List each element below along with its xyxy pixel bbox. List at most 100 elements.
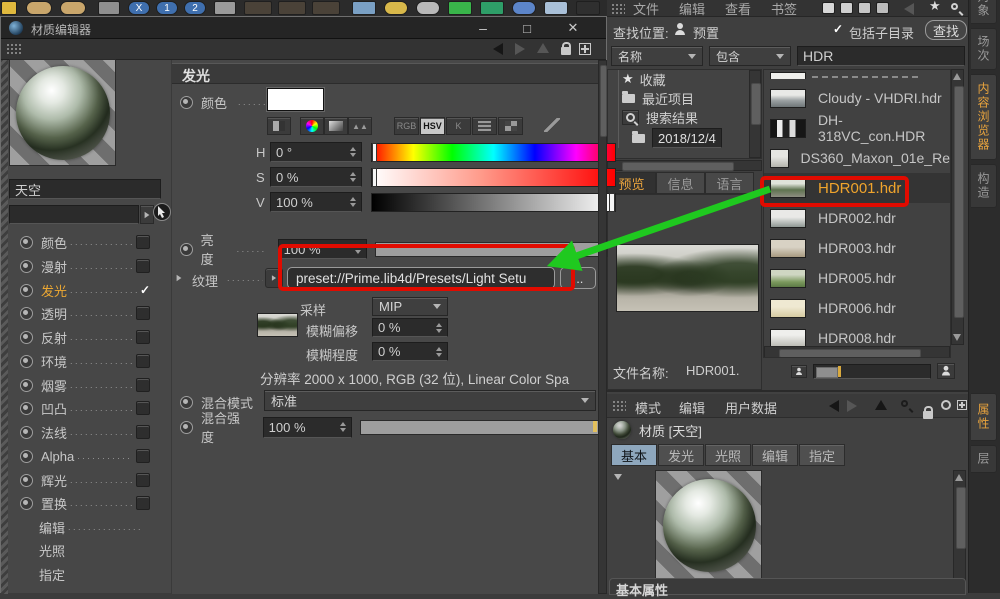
- spinner[interactable]: [355, 244, 361, 254]
- list-item[interactable]: HDR002.hdr: [764, 203, 950, 233]
- minimize-button[interactable]: –: [463, 17, 503, 39]
- saturation-field[interactable]: 0 %: [270, 167, 362, 187]
- z-axis-lock-icon[interactable]: 2: [184, 1, 206, 15]
- spinner[interactable]: [340, 422, 346, 432]
- hue-gradient-slider[interactable]: [371, 143, 616, 162]
- channel-checkmark-icon[interactable]: ✓: [140, 284, 150, 296]
- brightness-enable-radio[interactable]: [180, 243, 193, 256]
- mix-strength-slider[interactable]: [360, 420, 599, 435]
- attr-menu-edit[interactable]: 编辑: [679, 398, 705, 417]
- subdir-checkbox[interactable]: ✓: [833, 23, 843, 35]
- blur-scale-field[interactable]: 0 %: [372, 342, 448, 361]
- tree-item-date-folder[interactable]: 2018/12/4: [632, 128, 722, 148]
- texture-expander-icon[interactable]: [177, 275, 182, 281]
- texture-browse-button[interactable]: ...: [560, 267, 596, 289]
- channel-radio[interactable]: [20, 426, 33, 439]
- browser-home-icon[interactable]: [822, 2, 835, 14]
- browser-search-icon[interactable]: [951, 3, 958, 10]
- material-preview-tile[interactable]: [655, 470, 762, 580]
- filter-name-dropdown[interactable]: 名称: [611, 46, 703, 66]
- tree-vscrollbar[interactable]: [749, 70, 761, 158]
- blur-offset-field[interactable]: 0 %: [372, 318, 448, 337]
- channel-radio[interactable]: [20, 402, 33, 415]
- channel-checkbox[interactable]: [136, 259, 150, 273]
- attr-search-icon[interactable]: [901, 400, 908, 407]
- channel-checkbox[interactable]: [136, 473, 150, 487]
- channel-row-bump[interactable]: 凹凸: [20, 399, 150, 417]
- texture-preview-button[interactable]: [265, 268, 283, 288]
- dock-plus-icon[interactable]: [579, 43, 591, 55]
- attr-target-icon[interactable]: [941, 400, 951, 410]
- undo-icon[interactable]: [26, 1, 52, 15]
- sky-icon[interactable]: [544, 1, 568, 15]
- channel-checkbox[interactable]: [136, 401, 150, 415]
- channel-row-diffusion[interactable]: 漫射: [20, 257, 150, 275]
- generator-icon[interactable]: [416, 1, 440, 15]
- toolbar-grip[interactable]: [6, 43, 22, 56]
- camera-icon[interactable]: [576, 1, 600, 15]
- channel-radio[interactable]: [20, 331, 33, 344]
- menu-edit[interactable]: 编辑: [679, 0, 705, 17]
- spline-icon[interactable]: [384, 1, 408, 15]
- channel-radio[interactable]: [20, 284, 33, 297]
- mix-mode-radio[interactable]: [180, 396, 193, 409]
- attr-forward-icon[interactable]: [847, 400, 857, 412]
- channel-row-color[interactable]: 颜色: [20, 233, 150, 251]
- channel-row-environment[interactable]: 环境: [20, 352, 150, 370]
- channel-row-normal[interactable]: 法线: [20, 423, 150, 441]
- channel-checkbox[interactable]: [136, 378, 150, 392]
- eyedropper-icon[interactable]: [544, 118, 560, 132]
- close-button[interactable]: ✕: [551, 17, 595, 39]
- sampling-dropdown[interactable]: MIP: [372, 297, 448, 316]
- menu-file[interactable]: 文件: [633, 0, 659, 17]
- side-tab-layers[interactable]: 层: [971, 445, 997, 473]
- history-back-icon[interactable]: [493, 43, 503, 55]
- value-field[interactable]: 100 %: [270, 192, 362, 212]
- list-item[interactable]: DS360_Maxon_01e_Re: [764, 143, 950, 173]
- channel-radio[interactable]: [20, 355, 33, 368]
- channel-radio[interactable]: [20, 474, 33, 487]
- browser-new-folder-icon[interactable]: [858, 2, 871, 14]
- toolbar-icon[interactable]: [1, 1, 17, 15]
- attr-back-icon[interactable]: [829, 400, 839, 412]
- list-item[interactable]: HDR003.hdr: [764, 233, 950, 263]
- channel-radio[interactable]: [20, 379, 33, 392]
- mixer-mode-icon[interactable]: [472, 117, 497, 135]
- tab-info[interactable]: 信息: [656, 172, 705, 194]
- search-input[interactable]: HDR: [797, 46, 965, 66]
- material-name-field[interactable]: 天空: [9, 179, 161, 199]
- list-item[interactable]: HDR005.hdr: [764, 263, 950, 293]
- spinner[interactable]: [350, 172, 356, 182]
- side-tab-objects[interactable]: 对象: [971, 0, 997, 24]
- compact-ui-icon[interactable]: [267, 117, 291, 135]
- attr-grip[interactable]: [612, 400, 626, 412]
- rgb-mode-button[interactable]: RGB: [394, 117, 419, 135]
- y-axis-lock-icon[interactable]: 1: [156, 1, 178, 15]
- list-item-partial[interactable]: [764, 70, 950, 79]
- x-axis-lock-icon[interactable]: X: [128, 1, 150, 15]
- tree-item-search-results[interactable]: 搜索结果: [622, 108, 698, 126]
- toolbar-icon[interactable]: [98, 1, 120, 15]
- channel-row-luminance[interactable]: 发光✓: [20, 281, 150, 299]
- channel-row-displacement[interactable]: 置换: [20, 494, 150, 512]
- value-gradient-slider[interactable]: [371, 193, 616, 212]
- color-enable-radio[interactable]: [180, 96, 193, 109]
- render-icon[interactable]: [244, 1, 272, 15]
- color-swatch[interactable]: [267, 88, 324, 111]
- channel-checkbox[interactable]: [136, 330, 150, 344]
- favorites-star-icon[interactable]: ★: [929, 0, 941, 14]
- history-forward-icon[interactable]: [515, 43, 525, 55]
- list-item-selected[interactable]: HDR001.hdr: [764, 173, 950, 203]
- pick-material-button[interactable]: [153, 203, 171, 221]
- menu-bookmarks[interactable]: 书签: [771, 0, 797, 17]
- channel-checkbox[interactable]: [136, 496, 150, 510]
- lock-icon[interactable]: [561, 47, 571, 55]
- file-list-hscrollbar[interactable]: [764, 346, 950, 358]
- cube-primitive-icon[interactable]: [352, 1, 376, 15]
- side-tab-takes[interactable]: 场次: [971, 28, 997, 70]
- channel-checkbox[interactable]: [136, 235, 150, 249]
- channel-radio[interactable]: [20, 307, 33, 320]
- browser-import-icon[interactable]: [876, 2, 889, 14]
- tree-hscrollbar[interactable]: [607, 160, 762, 171]
- tab-basic[interactable]: 基本: [611, 444, 657, 466]
